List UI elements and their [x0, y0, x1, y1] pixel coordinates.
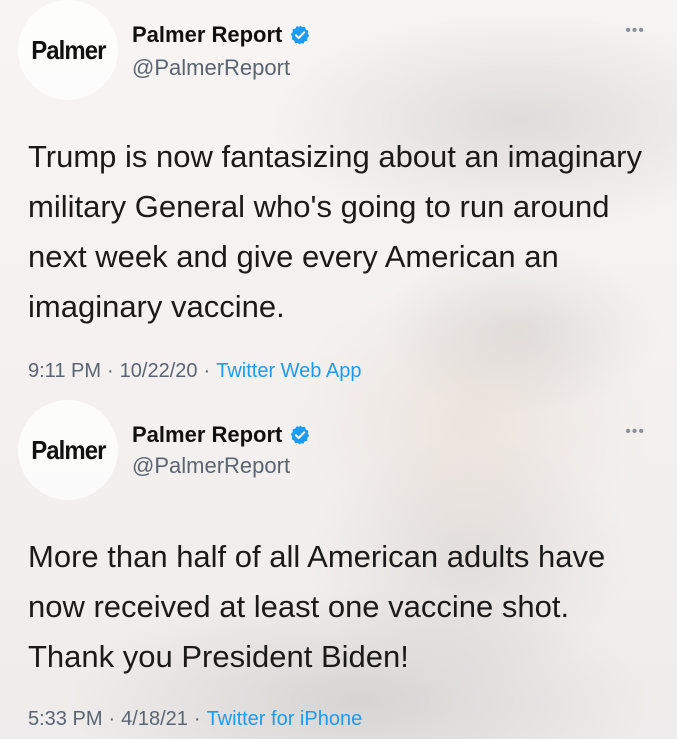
avatar-logo-text: Palmer [30, 434, 106, 465]
tweet-date[interactable]: 4/18/21 [121, 708, 188, 730]
verified-badge-icon [291, 425, 310, 445]
display-name[interactable]: Palmer Report [132, 422, 282, 448]
user-handle[interactable]: @PalmerReport [132, 453, 290, 479]
avatar[interactable]: Palmer [18, 400, 118, 500]
tweet-time[interactable]: 5:33 PM [28, 708, 102, 730]
display-name[interactable]: Palmer Report [132, 22, 282, 48]
author-row: Palmer Report [132, 422, 311, 448]
meta-separator: · [193, 708, 201, 730]
meta-separator: · [107, 360, 114, 382]
meta-separator: · [108, 708, 116, 730]
tweet-source-link[interactable]: Twitter for iPhone [207, 708, 363, 730]
more-options-icon[interactable]: ••• [625, 22, 645, 40]
author-row: Palmer Report [132, 22, 311, 48]
meta-separator: · [203, 360, 211, 382]
more-options-icon[interactable]: ••• [625, 423, 645, 441]
tweet-time[interactable]: 9:11 PM [28, 360, 101, 382]
tweet-meta: 5:33 PM · 4/18/21 · Twitter for iPhone [28, 708, 362, 731]
tweet-date[interactable]: 10/22/20 [120, 360, 198, 382]
tweet-text: More than half of all American adults ha… [28, 539, 606, 674]
tweet-text: Trump is now fantasizing about an imagin… [28, 139, 642, 324]
avatar-logo-text: Palmer [30, 34, 106, 65]
user-handle[interactable]: @PalmerReport [132, 55, 290, 81]
tweet-source-link[interactable]: Twitter Web App [216, 360, 361, 382]
tweet-meta: 9:11 PM · 10/22/20 · Twitter Web App [28, 360, 361, 383]
avatar[interactable]: Palmer [18, 0, 118, 100]
verified-badge-icon [291, 25, 310, 45]
